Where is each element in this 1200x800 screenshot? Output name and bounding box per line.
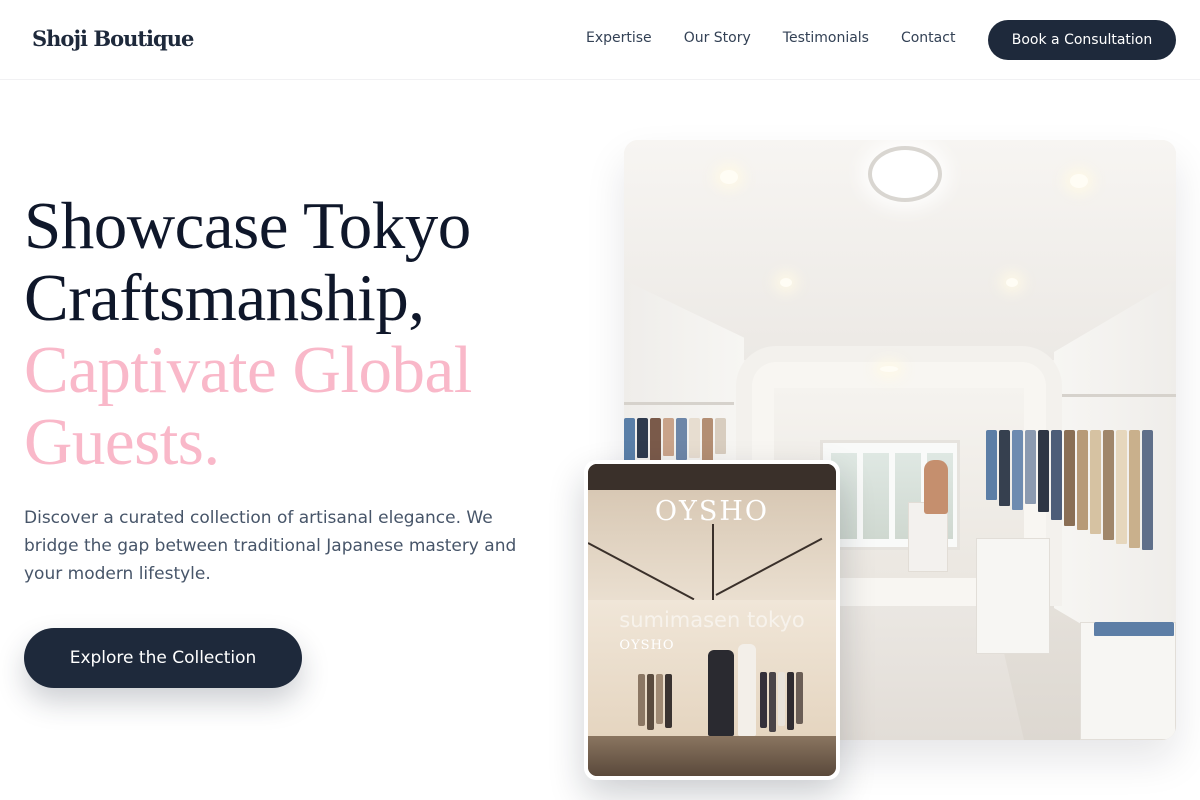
spotlight-icon bbox=[780, 278, 792, 287]
ceiling-beam bbox=[712, 524, 714, 600]
hero-description: Discover a curated collection of artisan… bbox=[24, 508, 517, 584]
spotlight-icon bbox=[1006, 278, 1018, 287]
storefront-photo-frame: OYSHO sumimasen tokyo OYSHO bbox=[588, 464, 836, 776]
brand-logo[interactable]: Shoji Boutique bbox=[32, 26, 194, 51]
storefront-photo: OYSHO sumimasen tokyo OYSHO bbox=[584, 460, 840, 780]
hero-title-line-2: Craftsmanship, bbox=[24, 261, 425, 335]
spotlight-icon bbox=[1070, 174, 1088, 188]
storefront-ceiling-band bbox=[588, 464, 836, 490]
mannequin bbox=[924, 460, 948, 514]
storefront-floor bbox=[588, 736, 836, 776]
clothing-rail bbox=[1062, 394, 1176, 397]
spotlight-icon bbox=[880, 366, 898, 372]
main-nav: Expertise Our Story Testimonials Contact bbox=[586, 30, 955, 46]
storefront-clothing-rack bbox=[638, 674, 674, 730]
nav-link-contact[interactable]: Contact bbox=[901, 30, 955, 46]
clothing-rail bbox=[624, 402, 734, 405]
explore-collection-button[interactable]: Explore the Collection bbox=[24, 628, 302, 688]
left-clothing-rack bbox=[624, 418, 728, 464]
display-shelf bbox=[1080, 622, 1176, 740]
storefront-clothing-rack bbox=[760, 672, 805, 732]
door-pane bbox=[863, 453, 889, 539]
mannequin bbox=[708, 650, 734, 736]
site-header: Shoji Boutique Expertise Our Story Testi… bbox=[0, 0, 1200, 80]
image-watermark: sumimasen tokyo bbox=[619, 608, 805, 632]
mannequin bbox=[738, 644, 756, 736]
nav-link-testimonials[interactable]: Testimonials bbox=[783, 30, 869, 46]
ceiling-light-icon bbox=[868, 146, 942, 202]
hero-title-line-1: Showcase Tokyo bbox=[24, 189, 471, 263]
storefront-inner-sign: OYSHO bbox=[619, 638, 675, 653]
spotlight-icon bbox=[720, 170, 738, 184]
folded-jeans bbox=[1094, 622, 1176, 636]
display-shelf bbox=[976, 538, 1050, 654]
hero-title-accent-line-1: Captivate Global bbox=[24, 333, 472, 407]
nav-link-our-story[interactable]: Our Story bbox=[684, 30, 751, 46]
book-consultation-button[interactable]: Book a Consultation bbox=[988, 20, 1176, 60]
hero-title-accent-line-2: Guests. bbox=[24, 405, 220, 479]
hero-title: Showcase Tokyo Craftsmanship, Captivate … bbox=[24, 190, 584, 478]
nav-link-expertise[interactable]: Expertise bbox=[586, 30, 652, 46]
storefront-brand-sign: OYSHO bbox=[654, 496, 770, 527]
right-clothing-rack bbox=[986, 430, 1155, 550]
